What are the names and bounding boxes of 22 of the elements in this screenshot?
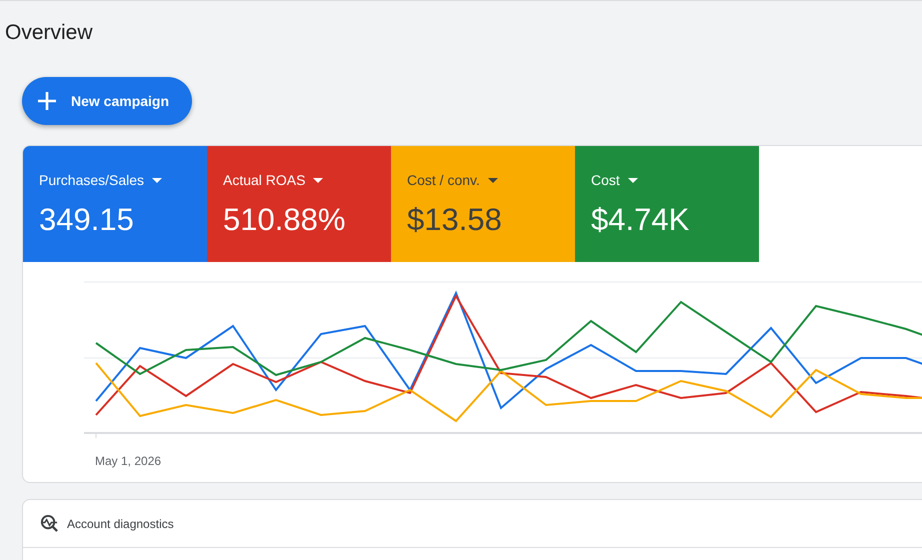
metric-value: $4.74K [591, 202, 690, 238]
diagnostics-icon [40, 514, 59, 533]
metric-selector[interactable]: Purchases/Sales [39, 172, 162, 188]
metric-selector[interactable]: Cost / conv. [407, 172, 498, 188]
page-title: Overview [5, 21, 93, 45]
plus-icon [37, 91, 57, 111]
metric-tile[interactable]: Actual ROAS 510.88% [207, 146, 391, 262]
metric-tile[interactable]: Cost / conv. $13.58 [391, 146, 575, 262]
new-campaign-button[interactable]: New campaign [22, 77, 192, 125]
caret-icon [313, 178, 324, 182]
metric-tile[interactable]: Cost $4.74K [575, 146, 759, 262]
metric-tile[interactable]: Purchases/Sales 349.15 [23, 146, 207, 262]
metric-value: 349.15 [39, 202, 134, 238]
section-title: Account diagnostics [67, 516, 174, 530]
caret-icon [152, 178, 162, 182]
metric-selector[interactable]: Cost [591, 172, 638, 188]
caret-icon [628, 178, 638, 182]
metric-value: 510.88% [223, 202, 346, 238]
metric-selector[interactable]: Actual ROAS [223, 172, 324, 188]
metric-value: $13.58 [407, 202, 502, 238]
axis-date-label: May 1, 2026 [95, 454, 162, 468]
caret-icon [488, 178, 498, 182]
